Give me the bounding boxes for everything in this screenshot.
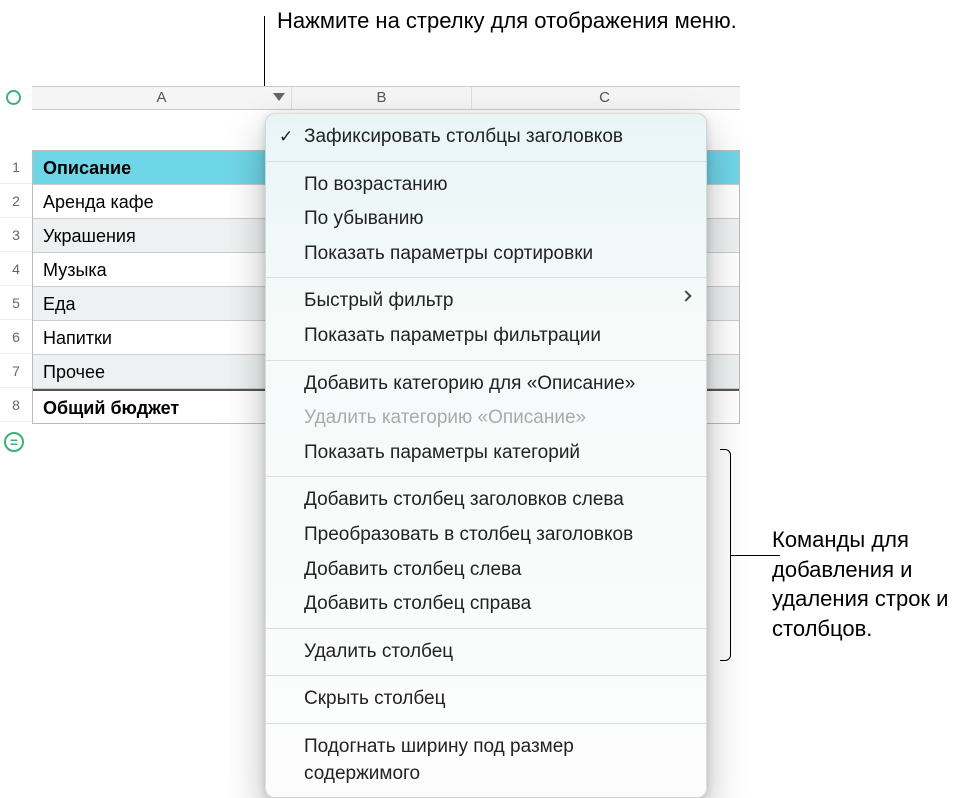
cell[interactable]: Еда bbox=[33, 287, 293, 320]
menu-item-freeze-header-columns[interactable]: ✓ Зафиксировать столбцы заголовков bbox=[266, 120, 706, 155]
row-number[interactable]: 8 bbox=[0, 388, 32, 422]
menu-separator bbox=[266, 277, 706, 278]
menu-separator bbox=[266, 476, 706, 477]
row-number[interactable]: 1 bbox=[0, 150, 32, 184]
cell[interactable]: Украшения bbox=[33, 219, 293, 252]
menu-item-label: Добавить категорию для «Описание» bbox=[304, 373, 635, 394]
menu-item-show-sort-options[interactable]: Показать параметры сортировки bbox=[266, 237, 706, 272]
menu-item-label: Показать параметры фильтрации bbox=[304, 325, 601, 346]
row-number[interactable]: 2 bbox=[0, 184, 32, 218]
chevron-right-icon bbox=[680, 291, 691, 302]
menu-item-add-header-column-left[interactable]: Добавить столбец заголовков слева bbox=[266, 483, 706, 518]
row-number-gutter: 1 2 3 4 5 6 7 8 bbox=[0, 150, 32, 424]
table-handle-icon[interactable] bbox=[6, 90, 21, 105]
menu-separator bbox=[266, 723, 706, 724]
callout-right: Команды для добавления и удаления строк … bbox=[772, 525, 968, 644]
menu-item-convert-to-header-column[interactable]: Преобразовать в столбец заголовков bbox=[266, 518, 706, 553]
menu-item-label: Добавить столбец заголовков слева bbox=[304, 489, 624, 510]
menu-item-quick-filter[interactable]: Быстрый фильтр bbox=[266, 284, 706, 319]
menu-item-label: Преобразовать в столбец заголовков bbox=[304, 524, 633, 545]
callout-right-bracket bbox=[720, 449, 760, 661]
menu-item-label: Добавить столбец справа bbox=[304, 593, 531, 614]
menu-item-label: По возрастанию bbox=[304, 174, 448, 195]
equals-icon[interactable]: = bbox=[4, 432, 24, 452]
menu-item-remove-category: Удалить категорию «Описание» bbox=[266, 401, 706, 436]
menu-separator bbox=[266, 675, 706, 676]
row-number[interactable]: 5 bbox=[0, 286, 32, 320]
column-header-b-label: B bbox=[376, 89, 386, 106]
column-context-menu: ✓ Зафиксировать столбцы заголовков По во… bbox=[265, 113, 707, 798]
cell[interactable]: Аренда кафе bbox=[33, 185, 293, 218]
chevron-down-icon[interactable] bbox=[273, 93, 285, 101]
menu-item-add-column-left[interactable]: Добавить столбец слева bbox=[266, 553, 706, 588]
menu-item-delete-column[interactable]: Удалить столбец bbox=[266, 635, 706, 670]
menu-item-show-category-options[interactable]: Показать параметры категорий bbox=[266, 436, 706, 471]
cell[interactable]: Музыка bbox=[33, 253, 293, 286]
column-header-c[interactable]: C bbox=[472, 87, 737, 109]
row-number[interactable]: 6 bbox=[0, 320, 32, 354]
cell[interactable]: Описание bbox=[33, 151, 293, 184]
menu-item-label: Добавить столбец слева bbox=[304, 559, 521, 580]
column-header-a-label: A bbox=[156, 89, 166, 106]
menu-item-label: Показать параметры категорий bbox=[304, 442, 580, 463]
menu-item-add-category[interactable]: Добавить категорию для «Описание» bbox=[266, 367, 706, 402]
menu-item-label: Подогнать ширину под размер содержимого bbox=[304, 736, 574, 784]
checkmark-icon: ✓ bbox=[279, 125, 293, 149]
column-header-b[interactable]: B bbox=[292, 87, 472, 109]
menu-item-sort-descending[interactable]: По убыванию bbox=[266, 202, 706, 237]
cell[interactable]: Общий бюджет bbox=[33, 391, 293, 423]
menu-item-label: Быстрый фильтр bbox=[304, 290, 453, 311]
cell[interactable]: Напитки bbox=[33, 321, 293, 354]
menu-separator bbox=[266, 628, 706, 629]
row-number[interactable]: 7 bbox=[0, 354, 32, 388]
menu-separator bbox=[266, 161, 706, 162]
menu-item-label: По убыванию bbox=[304, 208, 424, 229]
row-number[interactable]: 4 bbox=[0, 252, 32, 286]
menu-item-label: Удалить столбец bbox=[304, 641, 453, 662]
menu-item-label: Скрыть столбец bbox=[304, 688, 445, 709]
menu-item-label: Показать параметры сортировки bbox=[304, 243, 593, 264]
menu-item-label: Удалить категорию «Описание» bbox=[304, 407, 586, 428]
callout-top: Нажмите на стрелку для отображения меню. bbox=[277, 6, 737, 36]
row-number[interactable]: 3 bbox=[0, 218, 32, 252]
column-header-a[interactable]: A bbox=[32, 87, 292, 109]
menu-item-hide-column[interactable]: Скрыть столбец bbox=[266, 682, 706, 717]
menu-item-sort-ascending[interactable]: По возрастанию bbox=[266, 168, 706, 203]
column-header-c-label: C bbox=[599, 89, 610, 106]
menu-item-add-column-right[interactable]: Добавить столбец справа bbox=[266, 587, 706, 622]
column-headers: A B C bbox=[32, 86, 740, 110]
menu-item-label: Зафиксировать столбцы заголовков bbox=[304, 126, 623, 147]
menu-item-fit-width-to-content[interactable]: Подогнать ширину под размер содержимого bbox=[266, 730, 706, 791]
menu-item-show-filter-options[interactable]: Показать параметры фильтрации bbox=[266, 319, 706, 354]
cell[interactable]: Прочее bbox=[33, 355, 293, 388]
menu-separator bbox=[266, 360, 706, 361]
